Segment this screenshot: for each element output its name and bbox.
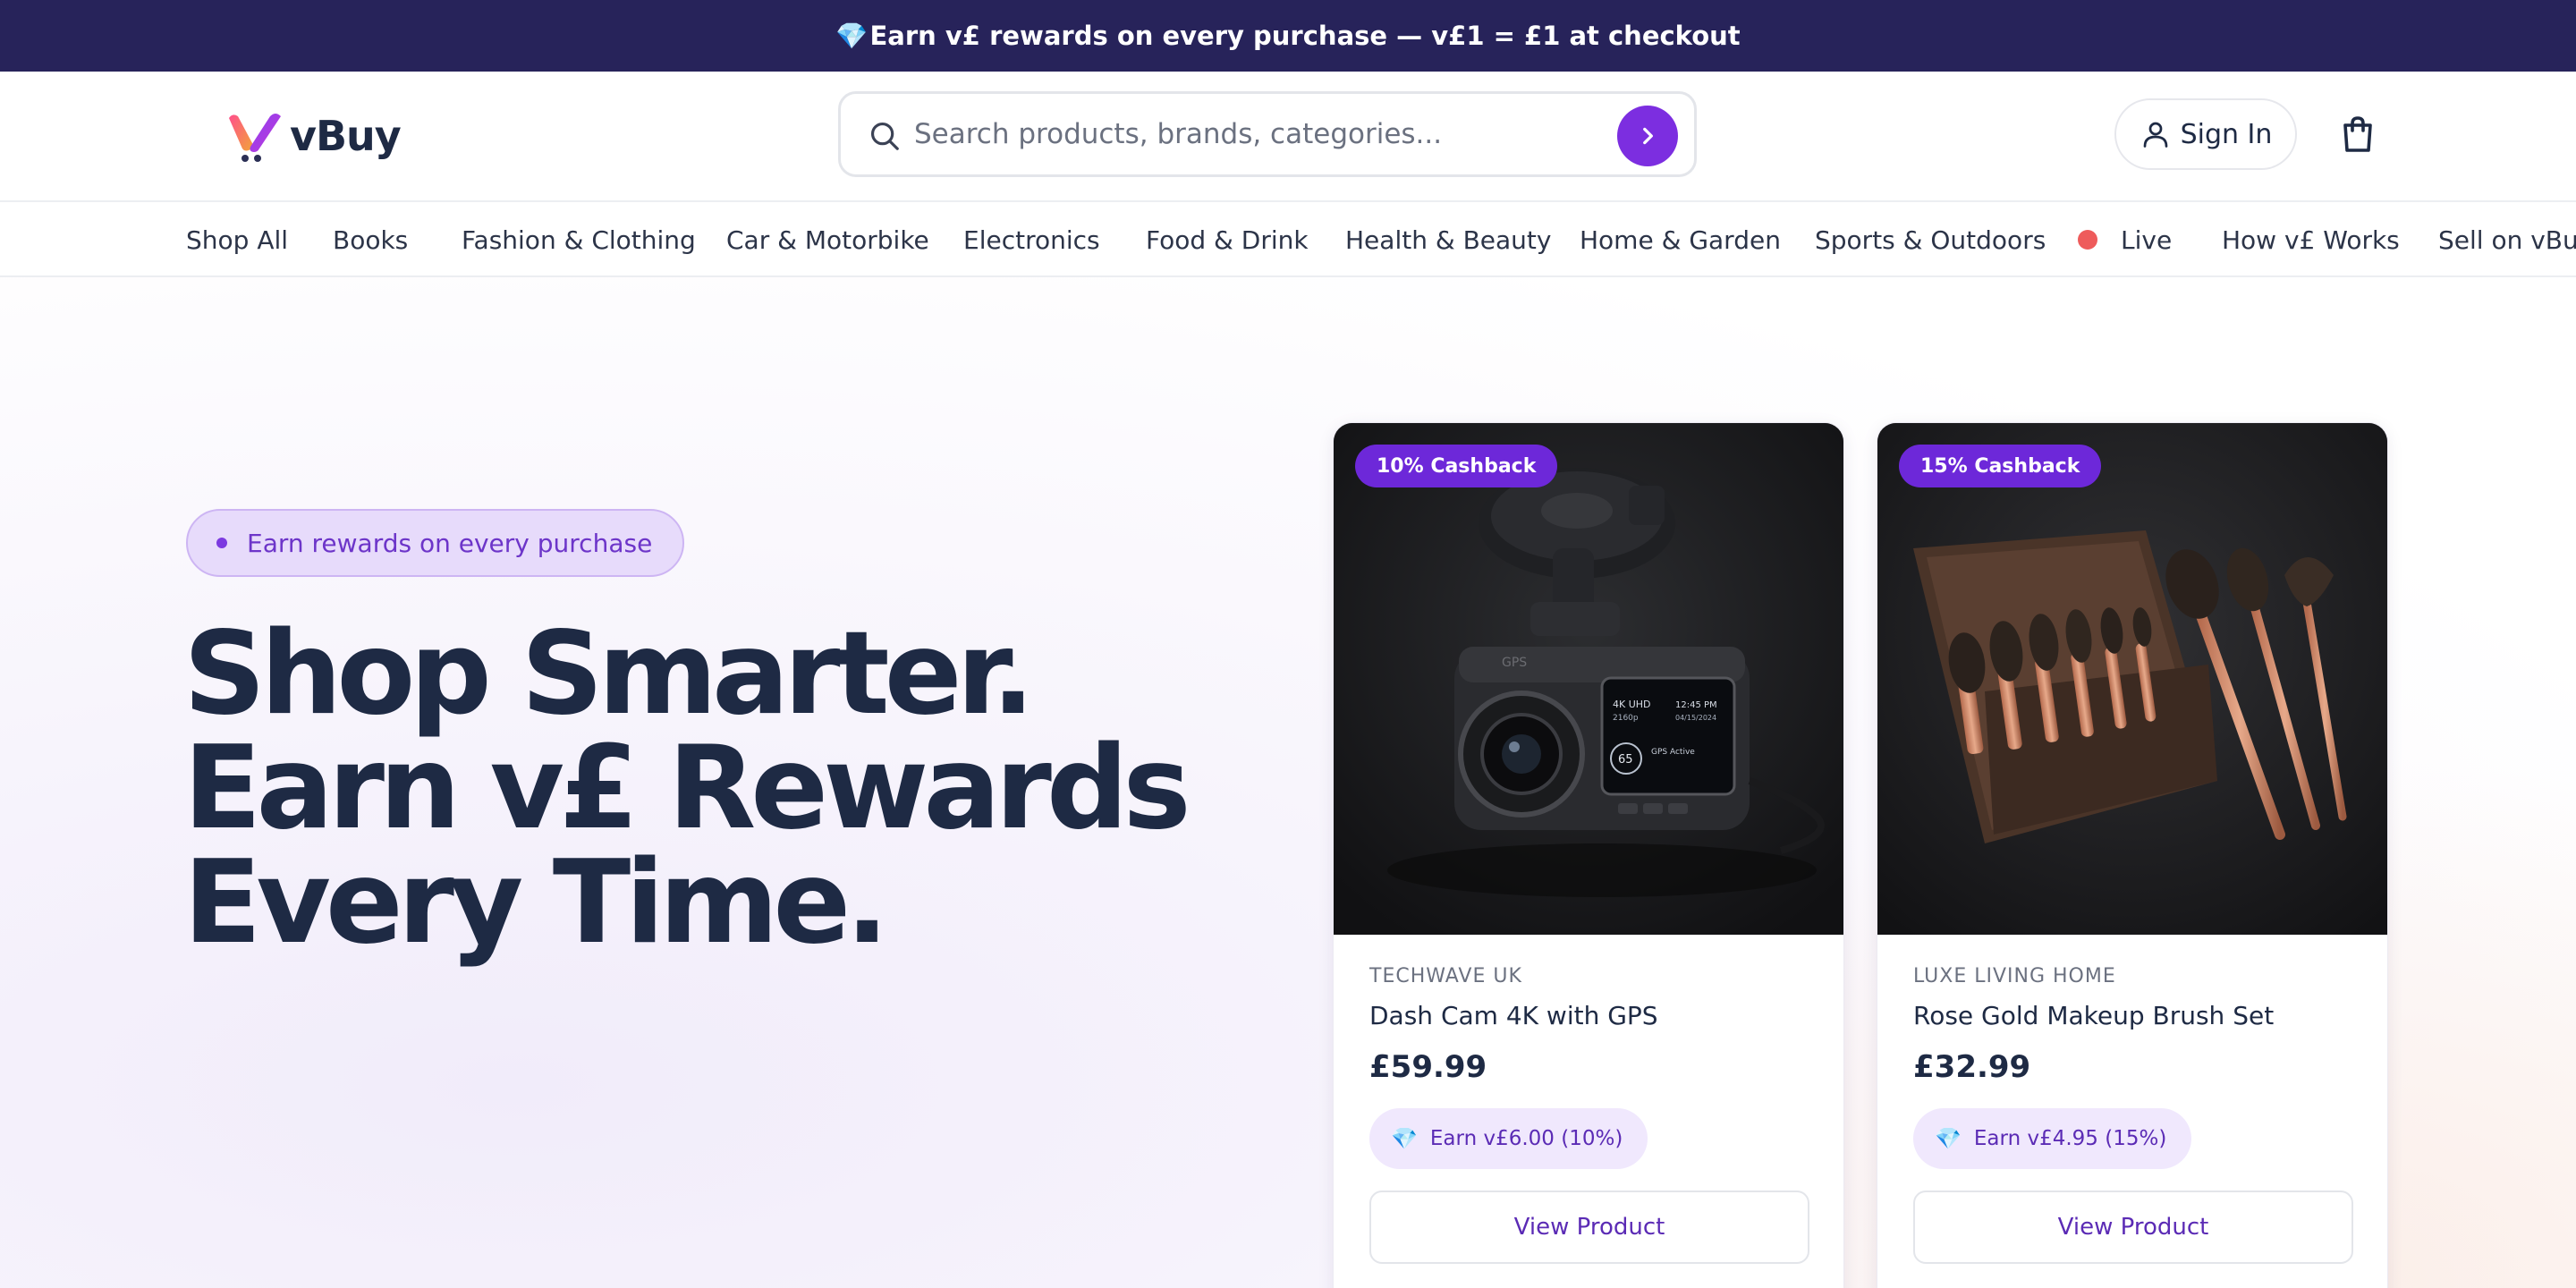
screen-text: 12:45 PM [1675,700,1717,710]
makeup-brush-illustration [1877,423,2387,935]
nav-item-label: Shop All [186,225,289,255]
screen-text: 4K UHD [1613,699,1651,710]
cashback-badge: 10% Cashback [1355,445,1558,487]
promo-banner: 💎 Earn v£ rewards on every purchase — v£… [0,0,2576,72]
nav-item-electronics[interactable]: Electronics [963,202,1100,277]
pill-dot-icon [216,538,227,548]
search-submit-button[interactable] [1617,106,1678,166]
nav-item-shop-all[interactable]: Shop All [186,202,288,277]
site-header: vBuy Sign In [0,72,2576,200]
screen-text: GPS [1502,656,1527,670]
earn-rewards-badge: 💎 Earn v£6.00 (10%) [1369,1108,1648,1169]
product-card[interactable]: 4K UHD 2160p 12:45 PM 04/15/2024 65 GPS … [1333,422,1844,1288]
rewards-pill: Earn rewards on every purchase [186,509,685,577]
nav-item-sports-outdoors[interactable]: Sports & Outdoors [1815,202,2046,277]
nav-item-label: Health & Beauty [1345,225,1552,255]
hero-headline: Shop Smarter. Earn v£ Rewards Every Time… [183,607,1191,970]
earn-text: Earn v£4.95 (15%) [1973,1127,2167,1150]
logo-text: vBuy [290,112,402,160]
nav-item-label: Live [2121,225,2173,255]
nav-item-label: Electronics [963,225,1100,255]
headline-line-3: Every Time. [183,836,889,970]
nav-item-sell[interactable]: Sell on vBuy [2438,202,2576,277]
pill-text: Earn rewards on every purchase [247,528,653,558]
screen-text: 04/15/2024 [1675,714,1716,722]
dash-cam-illustration: 4K UHD 2160p 12:45 PM 04/15/2024 65 GPS … [1334,423,1843,935]
nav-item-label: Fashion & Clothing [462,225,696,255]
product-price: £32.99 [1913,1049,2031,1085]
nav-item-label: How v£ Works [2222,225,2400,255]
nav-item-home-garden[interactable]: Home & Garden [1580,202,1781,277]
view-product-button[interactable]: View Product [1913,1191,2353,1264]
search-bar [838,91,1697,177]
product-name[interactable]: Rose Gold Makeup Brush Set [1913,1001,2274,1030]
logo-mark-icon [229,114,281,162]
live-dot-icon [2078,230,2097,250]
promo-text: Earn v£ rewards on every purchase — v£1 … [869,21,1741,51]
product-price: £59.99 [1369,1049,1487,1085]
product-brand: LUXE LIVING HOME [1913,965,2116,987]
earn-text: Earn v£6.00 (10%) [1429,1127,1623,1150]
screen-text: 65 [1618,753,1633,767]
nav-item-fashion-clothing[interactable]: Fashion & Clothing [462,202,696,277]
product-brand: TECHWAVE UK [1369,965,1522,987]
nav-item-books[interactable]: Books [333,202,408,277]
nav-item-label: Home & Garden [1580,225,1781,255]
user-icon [2143,122,2167,148]
search-icon [870,122,899,150]
logo[interactable]: vBuy [224,109,402,163]
chevron-right-icon [1643,127,1653,145]
gem-icon: 💎 [835,20,869,51]
screen-text: 2160p [1613,714,1639,723]
search-input[interactable] [914,112,1558,157]
nav-item-label: Sell on vBuy [2438,225,2576,255]
gem-icon: 💎 [1391,1126,1418,1151]
category-nav: Shop All Books Fashion & Clothing Car & … [0,200,2576,277]
dash-cam-image: 4K UHD 2160p 12:45 PM 04/15/2024 65 GPS … [1334,423,1843,935]
screen-text: GPS Active [1651,748,1695,757]
headline-line-1: Shop Smarter. [183,607,1035,741]
product-card[interactable]: 15% Cashback LUXE LIVING HOME Rose Gold … [1877,422,2388,1288]
sign-in-button[interactable]: Sign In [2114,98,2297,170]
makeup-brush-image: 15% Cashback [1877,423,2387,935]
nav-item-food-drink[interactable]: Food & Drink [1146,202,1309,277]
shopping-bag-icon[interactable] [2336,113,2379,156]
cashback-badge: 15% Cashback [1899,445,2102,487]
nav-item-label: Books [333,225,409,255]
nav-item-label: Food & Drink [1146,225,1309,255]
headline-line-2: Earn v£ Rewards [183,722,1191,855]
nav-item-health-beauty[interactable]: Health & Beauty [1345,202,1551,277]
view-product-button[interactable]: View Product [1369,1191,1809,1264]
product-name[interactable]: Dash Cam 4K with GPS [1369,1001,1658,1030]
nav-item-car-motorbike[interactable]: Car & Motorbike [726,202,929,277]
sign-in-label: Sign In [2180,118,2273,150]
nav-item-live[interactable]: Live [2078,202,2172,277]
nav-item-label: Car & Motorbike [726,225,929,255]
gem-icon: 💎 [1935,1126,1962,1151]
nav-item-how-it-works[interactable]: How v£ Works [2222,202,2400,277]
earn-rewards-badge: 💎 Earn v£4.95 (15%) [1913,1108,2192,1169]
nav-item-label: Sports & Outdoors [1815,225,2046,255]
